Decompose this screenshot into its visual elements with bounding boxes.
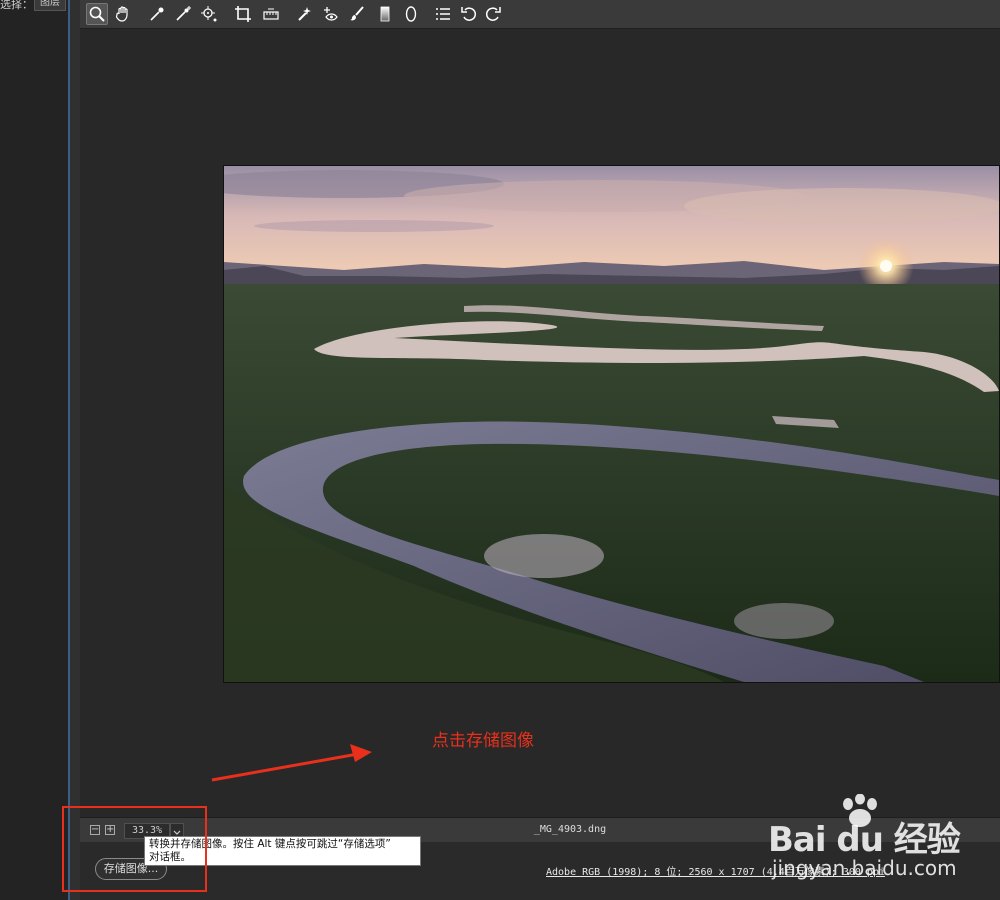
target-adjustment-tool[interactable] xyxy=(198,3,220,25)
presets-list-button[interactable] xyxy=(432,3,454,25)
layer-select-label: 选择： xyxy=(0,0,33,11)
red-eye-icon xyxy=(324,7,338,21)
hand-tool[interactable] xyxy=(112,3,134,25)
watermark-url: jingyan.baidu.com xyxy=(772,856,957,880)
spot-removal-icon xyxy=(298,7,311,21)
graduated-filter-tool[interactable] xyxy=(374,3,396,25)
rotate-right-icon xyxy=(485,7,501,21)
hand-icon xyxy=(115,6,128,22)
spot-removal-tool[interactable] xyxy=(294,3,316,25)
graduated-filter-icon xyxy=(380,6,390,22)
target-adjustment-icon xyxy=(201,6,217,22)
crop-icon xyxy=(235,6,251,22)
presets-list-icon xyxy=(436,8,450,20)
watermark-logo: Bai du 经验 xyxy=(768,820,961,860)
straighten-icon xyxy=(263,8,279,20)
rotate-right-button[interactable] xyxy=(482,3,504,25)
red-eye-tool[interactable] xyxy=(320,3,342,25)
rotate-left-button[interactable] xyxy=(458,3,480,25)
image-preview-area[interactable] xyxy=(80,29,1000,817)
annotation-highlight-box xyxy=(62,806,207,892)
landscape-photo xyxy=(224,166,999,682)
adjustment-brush-tool[interactable] xyxy=(346,3,368,25)
baidu-watermark: Bai du 经验 jingyan.baidu.com xyxy=(768,794,998,894)
straighten-tool[interactable] xyxy=(260,3,282,25)
white-balance-tool[interactable] xyxy=(146,3,168,25)
rotate-left-icon xyxy=(461,7,477,21)
zoom-tool[interactable] xyxy=(86,3,108,25)
adjustment-brush-icon xyxy=(350,6,364,21)
radial-filter-icon xyxy=(405,6,417,22)
annotation-label: 点击存储图像 xyxy=(432,731,534,751)
color-sampler-tool[interactable] xyxy=(172,3,194,25)
left-panel: 选择： 图层 xyxy=(0,0,68,900)
layer-select-dropdown[interactable]: 图层 xyxy=(34,0,66,11)
panel-gutter xyxy=(70,0,80,900)
crop-tool[interactable] xyxy=(232,3,254,25)
annotation-arrow-icon xyxy=(211,744,372,782)
color-sampler-icon xyxy=(176,6,191,21)
radial-filter-tool[interactable] xyxy=(400,3,422,25)
photo-preview xyxy=(223,165,1000,683)
camera-raw-toolbar xyxy=(80,0,1000,29)
zoom-icon xyxy=(89,6,105,22)
white-balance-icon xyxy=(150,7,164,21)
